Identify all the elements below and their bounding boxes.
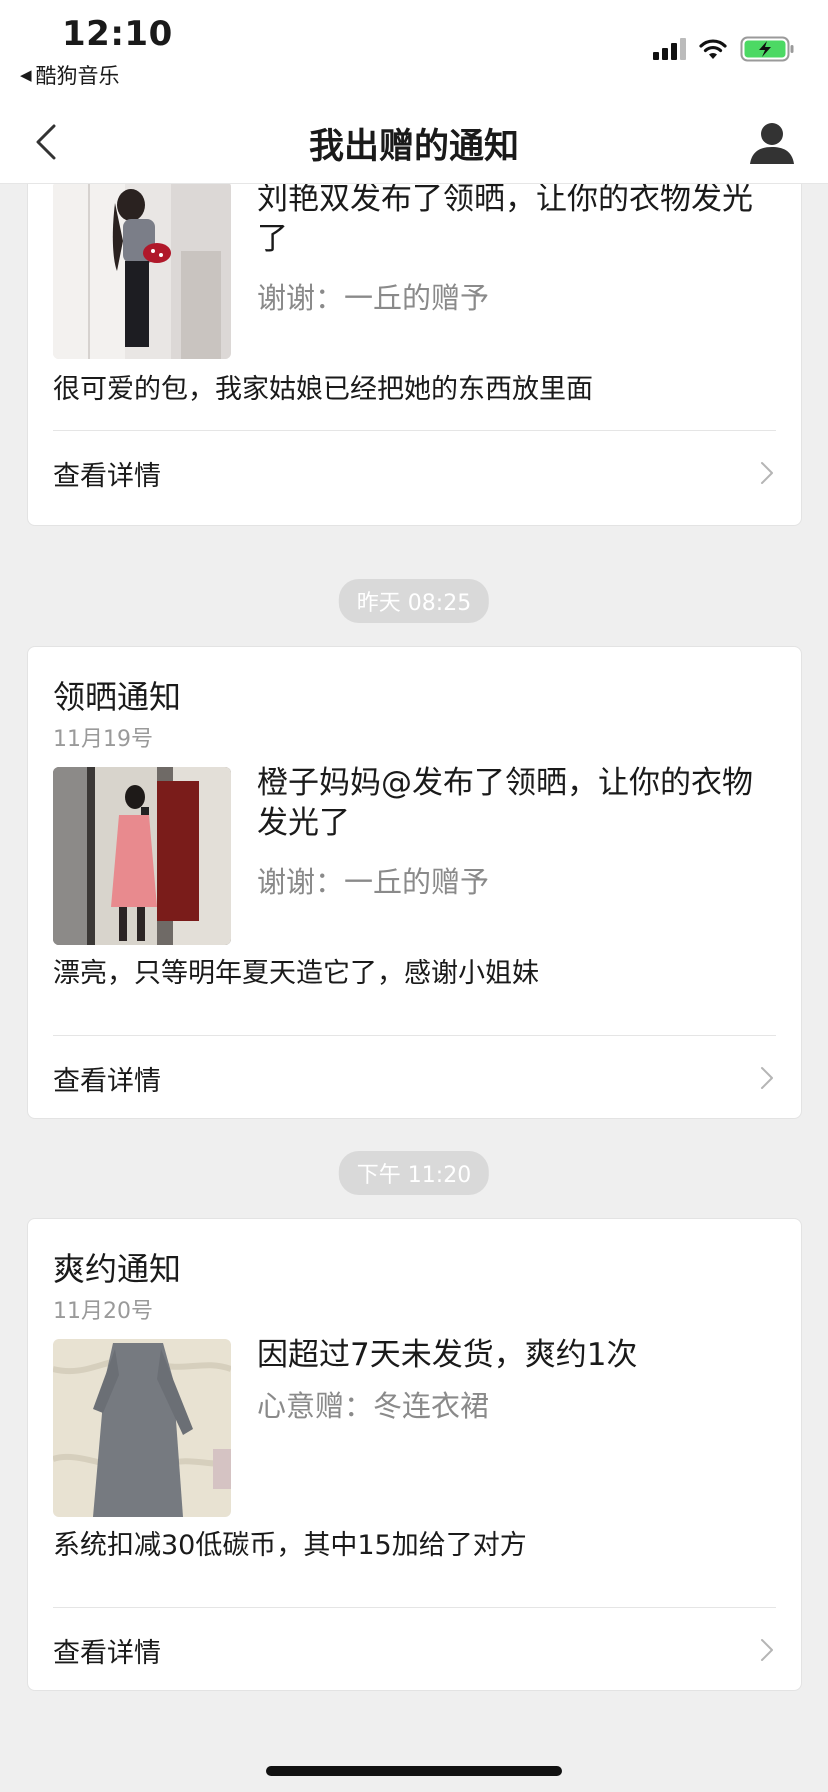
photo-grey-dress xyxy=(53,1339,231,1517)
photo-girl-with-bag xyxy=(53,184,231,359)
home-indicator[interactable] xyxy=(266,1766,562,1776)
chevron-right-icon xyxy=(761,1067,773,1089)
back-app-label: 酷狗音乐 xyxy=(35,64,120,88)
status-time: 12:10 xyxy=(62,14,173,54)
notification-date: 11月19号 xyxy=(53,727,153,752)
view-details-label: 查看详情 xyxy=(53,1065,161,1097)
signal-icon xyxy=(653,38,686,60)
chevron-right-icon xyxy=(761,1639,773,1661)
view-details-row[interactable]: 查看详情 xyxy=(28,1036,801,1120)
notification-card: 领晒通知 11月19号 橙子妈妈@发布了领晒，让你的衣物发光了 谢谢：一丘的赠予… xyxy=(27,646,802,1119)
notification-comment: 漂亮，只等明年夏天造它了，感谢小姐妹 xyxy=(53,958,539,989)
notification-headline: 刘艳双发布了领晒，让你的衣物发光了 xyxy=(257,184,753,257)
wifi-icon xyxy=(699,39,727,59)
notification-comment: 系统扣减30低碳币，其中15加给了对方 xyxy=(53,1530,527,1561)
photo-pink-dress xyxy=(53,767,231,945)
page-title: 我出赠的通知 xyxy=(308,127,519,167)
time-label: 昨天 08:25 xyxy=(338,579,490,623)
view-details-row[interactable]: 查看详情 xyxy=(28,1608,801,1692)
notification-subline: 心意赠：冬连衣裙 xyxy=(257,1389,490,1423)
chevron-right-icon xyxy=(761,462,773,484)
notification-title: 爽约通知 xyxy=(53,1250,182,1288)
view-details-row[interactable]: 查看详情 xyxy=(28,431,801,515)
view-details-label: 查看详情 xyxy=(53,460,161,492)
notification-card: 刘艳双发布了领晒，让你的衣物发光了 谢谢：一丘的赠予 很可爱的包，我家姑娘已经把… xyxy=(27,184,802,526)
notification-comment: 很可爱的包，我家姑娘已经把她的东西放里面 xyxy=(53,374,593,405)
view-details-label: 查看详情 xyxy=(53,1637,161,1669)
item-photo[interactable] xyxy=(53,767,231,945)
notification-date: 11月20号 xyxy=(53,1299,153,1324)
notification-headline: 橙子妈妈@发布了领晒，让你的衣物发光了 xyxy=(257,765,753,841)
notification-card: 爽约通知 11月20号 因超过7天未发货，爽约1次 心意赠：冬连衣裙 系统扣减3… xyxy=(27,1218,802,1691)
notification-title: 领晒通知 xyxy=(53,678,182,716)
time-label: 下午 11:20 xyxy=(338,1151,490,1195)
notification-subline: 谢谢：一丘的赠予 xyxy=(257,281,490,315)
nav-bar: 我出赠的通知 xyxy=(0,100,828,184)
notification-subline: 谢谢：一丘的赠予 xyxy=(257,865,490,899)
back-triangle-icon: ◀ xyxy=(20,66,32,84)
status-bar: 12:10 ◀ 酷狗音乐 xyxy=(0,0,828,100)
notification-list: 刘艳双发布了领晒，让你的衣物发光了 谢谢：一丘的赠予 很可爱的包，我家姑娘已经把… xyxy=(0,184,828,1792)
status-icons xyxy=(653,34,796,64)
back-to-app-link[interactable]: ◀ 酷狗音乐 xyxy=(20,60,120,90)
item-photo[interactable] xyxy=(53,184,231,359)
item-photo[interactable] xyxy=(53,1339,231,1517)
battery-charging-icon xyxy=(740,36,794,62)
user-icon[interactable] xyxy=(744,114,800,170)
notification-headline: 因超过7天未发货，爽约1次 xyxy=(257,1337,638,1373)
